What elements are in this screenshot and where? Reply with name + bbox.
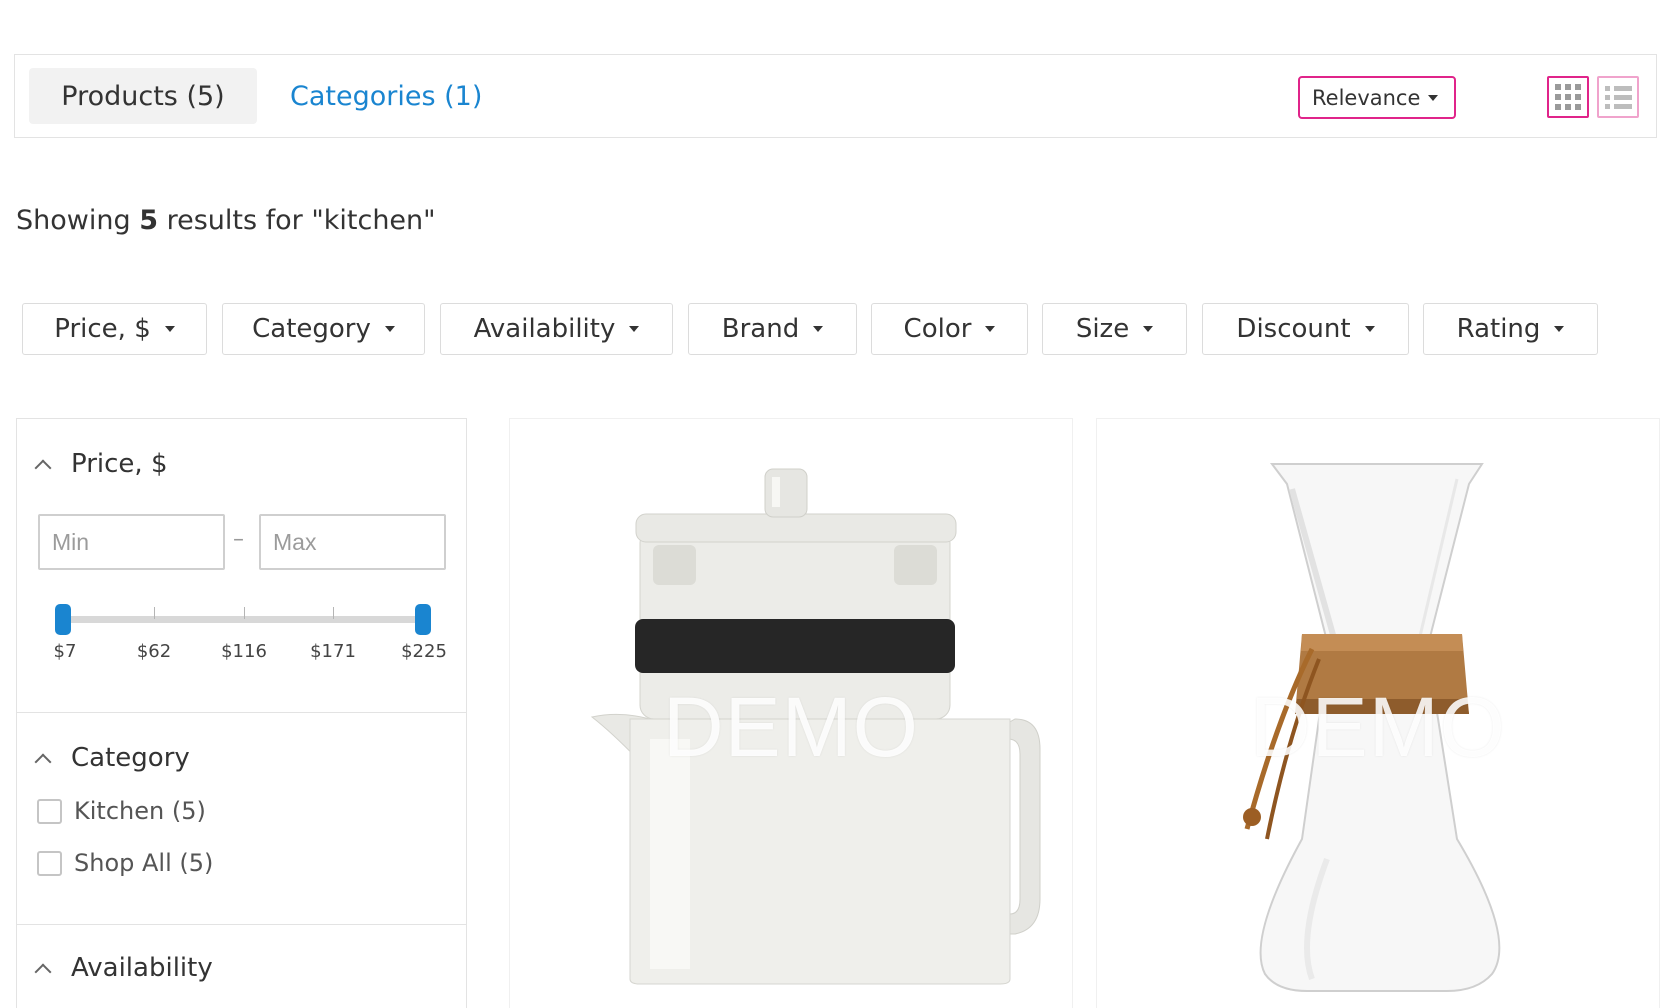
range-separator: – (233, 527, 244, 552)
chevron-down-icon (164, 326, 175, 332)
slider-tick-label: $116 (221, 641, 267, 662)
results-summary: Showing 5 results for "kitchen" (16, 205, 436, 236)
chip-label: Category (252, 314, 371, 344)
results-count: 5 (139, 205, 158, 236)
chip-label: Brand (721, 314, 800, 344)
slider-tick-label: $7 (53, 641, 77, 662)
product-card[interactable]: DEMO (509, 418, 1073, 1008)
category-section-toggle[interactable]: Category (34, 743, 190, 773)
chip-label: Rating (1456, 314, 1541, 344)
chevron-down-icon (1428, 94, 1439, 101)
sort-dropdown[interactable]: Relevance (1298, 76, 1456, 119)
chip-label: Discount (1236, 314, 1351, 344)
filter-chip-size[interactable]: Size (1042, 303, 1187, 355)
filter-chip-availability[interactable]: Availability (440, 303, 673, 355)
price-slider-min-handle[interactable] (55, 604, 71, 635)
availability-section-title: Availability (71, 953, 213, 983)
checkbox-label: Shop All (5) (74, 849, 214, 877)
price-max-input[interactable]: Max (259, 514, 446, 570)
availability-section-toggle[interactable]: Availability (34, 953, 213, 983)
price-min-input[interactable]: Min (38, 514, 225, 570)
category-option-kitchen[interactable]: Kitchen (5) (37, 797, 206, 825)
slider-tick (154, 607, 155, 619)
chevron-down-icon (1554, 326, 1565, 332)
price-filter-section: Price, $ Min – Max $7 $62 $116 $171 $225 (17, 419, 466, 713)
grid-view-button[interactable] (1547, 76, 1589, 118)
chip-label: Price, $ (54, 314, 151, 344)
category-section-title: Category (71, 743, 190, 773)
category-filter-section: Category Kitchen (5) Shop All (5) (17, 713, 466, 925)
availability-filter-section: Availability (17, 925, 466, 1008)
checkbox[interactable] (37, 798, 62, 824)
price-slider-track[interactable] (63, 616, 423, 623)
slider-tick (244, 607, 245, 619)
tab-categories[interactable]: Categories (1) (290, 68, 482, 124)
slider-tick-label: $62 (136, 641, 172, 662)
grid-icon (1555, 84, 1581, 110)
filter-chip-brand[interactable]: Brand (688, 303, 857, 355)
price-section-title: Price, $ (71, 449, 168, 479)
slider-tick (333, 607, 334, 619)
filter-sidebar: Price, $ Min – Max $7 $62 $116 $171 $225… (16, 418, 467, 1008)
filter-chip-color[interactable]: Color (871, 303, 1028, 355)
chevron-down-icon (384, 326, 395, 332)
filter-chip-price[interactable]: Price, $ (22, 303, 207, 355)
chevron-down-icon (813, 326, 824, 332)
product-card[interactable]: DEMO (1096, 418, 1660, 1008)
chevron-down-icon (1143, 326, 1154, 332)
chevron-up-icon (34, 753, 52, 771)
price-section-toggle[interactable]: Price, $ (34, 449, 168, 479)
chevron-down-icon (1364, 326, 1375, 332)
chip-label: Availability (473, 314, 616, 344)
price-slider-max-handle[interactable] (415, 604, 431, 635)
chip-label: Color (903, 314, 972, 344)
slider-tick-label: $171 (310, 641, 356, 662)
tab-products[interactable]: Products (5) (29, 68, 257, 124)
filter-chip-discount[interactable]: Discount (1202, 303, 1409, 355)
checkbox-label: Kitchen (5) (74, 797, 206, 825)
demo-watermark: DEMO (663, 680, 919, 774)
results-prefix: Showing (16, 205, 131, 236)
checkbox[interactable] (37, 850, 62, 876)
slider-tick-label: $225 (401, 641, 447, 662)
results-query: results for "kitchen" (166, 205, 436, 236)
chevron-down-icon (629, 326, 640, 332)
filter-chip-category[interactable]: Category (222, 303, 425, 355)
results-tab-bar: Products (5) Categories (1) Relevance (14, 54, 1657, 138)
chevron-down-icon (985, 326, 996, 332)
list-icon (1604, 85, 1632, 109)
sort-selected-label: Relevance (1312, 85, 1421, 110)
category-option-shop-all[interactable]: Shop All (5) (37, 849, 213, 877)
filter-chip-rating[interactable]: Rating (1423, 303, 1598, 355)
demo-watermark: DEMO (1250, 680, 1506, 774)
list-view-button[interactable] (1597, 76, 1639, 118)
chevron-up-icon (34, 459, 52, 477)
chip-label: Size (1075, 314, 1130, 344)
chevron-up-icon (34, 963, 52, 981)
